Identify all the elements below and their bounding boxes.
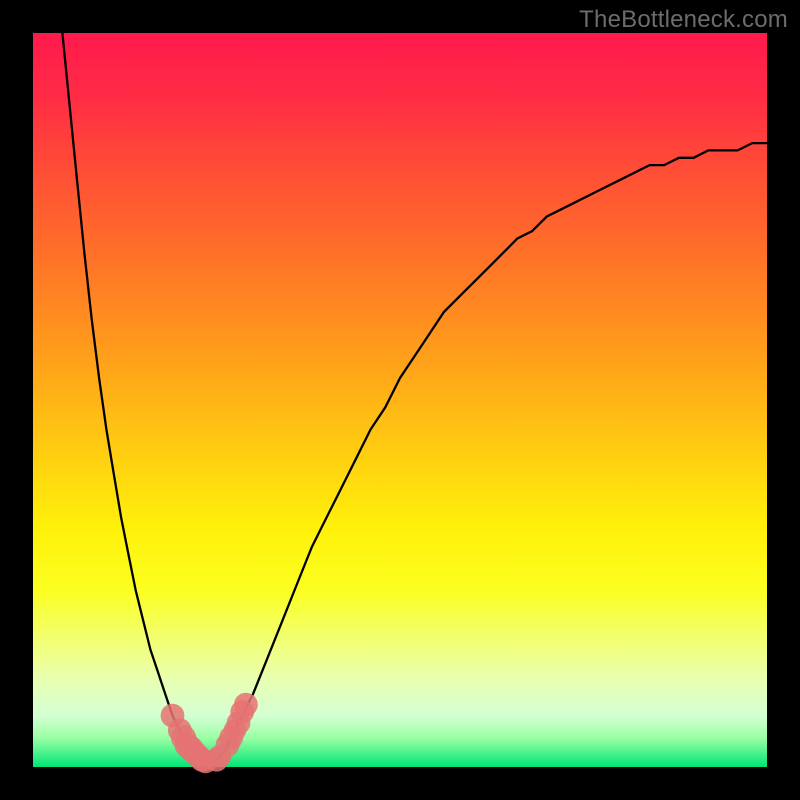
bottleneck-curve [62,33,767,767]
data-marker [234,693,258,717]
watermark-text: TheBottleneck.com [579,6,788,34]
plot-area [33,33,767,767]
markers-group [161,693,258,774]
chart-frame: TheBottleneck.com [0,0,800,800]
chart-svg [33,33,767,767]
